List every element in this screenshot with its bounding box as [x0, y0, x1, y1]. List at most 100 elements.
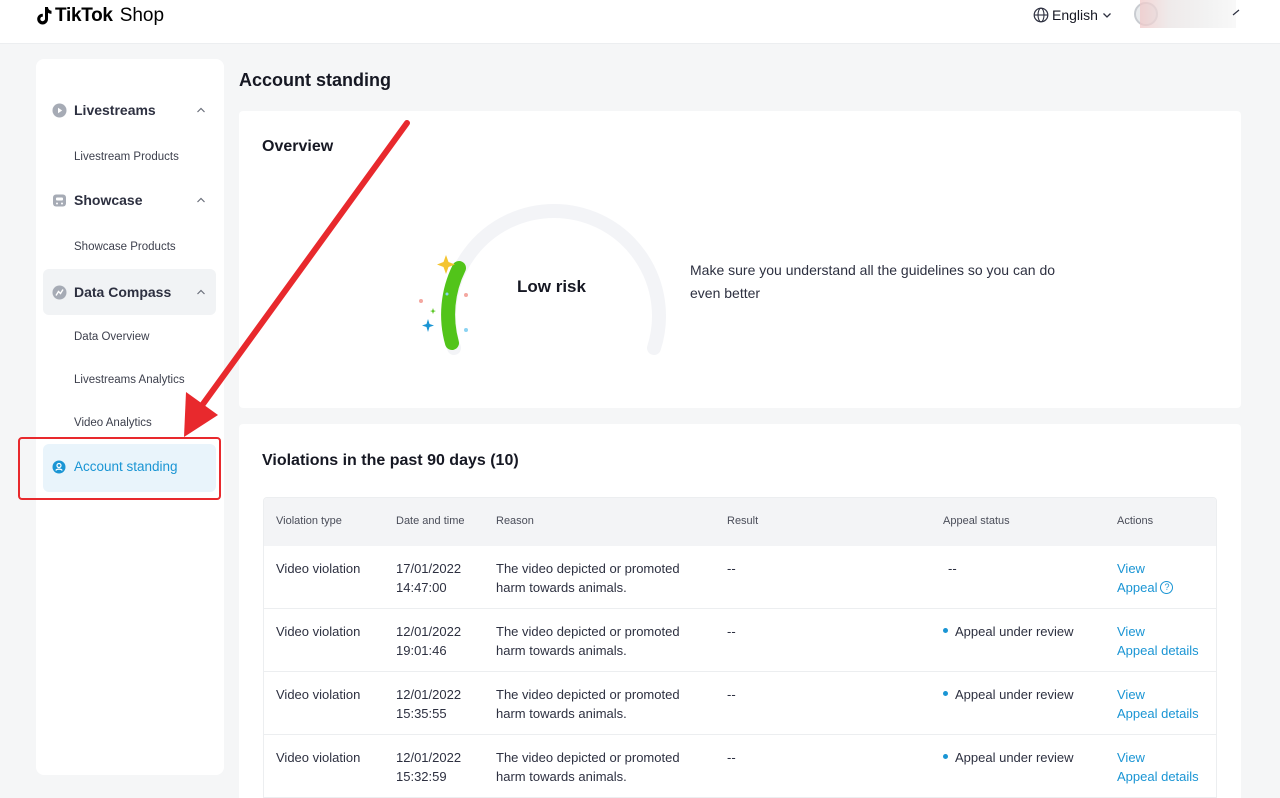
violation-result: -- [727, 687, 736, 702]
status-dot [943, 754, 948, 760]
account-name-blurred [1140, 0, 1236, 28]
column-header: Reason [496, 515, 534, 527]
column-header: Date and time [396, 515, 465, 527]
violation-type: Video violation [276, 687, 361, 702]
view-link[interactable]: View [1117, 748, 1199, 767]
appeal-status: Appeal under review [943, 622, 1074, 641]
confetti-dot [445, 292, 449, 296]
violation-reason: The video depicted or promoted harm towa… [496, 561, 680, 595]
sidebar: Livestreams Livestream Products Showcase… [36, 59, 224, 775]
sidebar-group-livestreams[interactable]: Livestreams [43, 87, 216, 133]
violation-datetime: 12/01/2022 19:01:46 [396, 622, 461, 660]
table-header: Violation type Date and time Reason Resu… [264, 498, 1216, 546]
chevron-up-icon [197, 197, 205, 203]
chevron-up-icon [197, 289, 205, 295]
appeal-status-text: Appeal under review [955, 624, 1074, 639]
brand-name: TikTok [55, 5, 113, 26]
overview-title: Overview [262, 138, 334, 155]
gauge-fill [441, 261, 466, 350]
row-actions: View Appeal details [1117, 685, 1199, 723]
language-selector[interactable]: English [1033, 6, 1113, 24]
chevron-down-icon [1102, 13, 1111, 18]
table-row: Video violation 12/01/2022 19:01:46 The … [264, 609, 1216, 672]
risk-level-label: Low risk [517, 277, 586, 296]
appeal-status: Appeal under review [943, 748, 1074, 767]
appeal-status: Appeal under review [943, 685, 1074, 704]
appeal-status-text: Appeal under review [955, 687, 1074, 702]
sidebar-item-data-overview[interactable]: Data Overview [74, 331, 149, 343]
appeal-details-link[interactable]: Appeal details [1117, 767, 1199, 786]
annotation-highlight-box [18, 437, 221, 500]
table-row: Video violation 12/01/2022 15:35:55 The … [264, 672, 1216, 735]
table-row: Video violation 17/01/2022 14:47:00 The … [264, 546, 1216, 609]
sidebar-item-livestreams-analytics[interactable]: Livestreams Analytics [74, 374, 185, 386]
violation-result: -- [727, 750, 736, 765]
violation-time: 15:35:55 [396, 706, 447, 721]
violation-time: 19:01:46 [396, 643, 447, 658]
violation-reason: The video depicted or promoted harm towa… [496, 687, 680, 721]
overview-card: Overview Low risk Make sure you understa… [239, 111, 1241, 408]
showcase-icon [53, 194, 66, 207]
sidebar-group-data-compass[interactable]: Data Compass [43, 269, 216, 315]
status-dot [943, 628, 948, 634]
appeal-status: -- [948, 561, 957, 576]
guidelines-message: Make sure you understand all the guideli… [690, 262, 1056, 301]
violations-table: Violation type Date and time Reason Resu… [263, 497, 1217, 798]
column-header: Result [727, 515, 759, 527]
violation-time: 14:47:00 [396, 580, 447, 595]
violation-type: Video violation [276, 624, 361, 639]
status-dot [943, 691, 948, 697]
violation-result: -- [727, 624, 736, 639]
violation-time: 15:32:59 [396, 769, 447, 784]
chevron-up-icon [197, 107, 205, 113]
language-label: English [1052, 7, 1098, 23]
view-link[interactable]: View [1117, 559, 1173, 578]
sparkle-icon [422, 319, 434, 332]
confetti-dot [464, 328, 468, 332]
violation-result: -- [727, 561, 736, 576]
appeal-details-link[interactable]: Appeal details [1117, 641, 1199, 660]
row-actions: View Appeal details [1117, 622, 1199, 660]
violation-datetime: 12/01/2022 15:35:55 [396, 685, 461, 723]
appeal-status-text: Appeal under review [955, 750, 1074, 765]
page-title: Account standing [239, 70, 391, 90]
confetti-dot [464, 293, 468, 297]
tiktok-shop-logo[interactable]: TikTok Shop [36, 4, 164, 28]
play-circle-icon [52, 103, 67, 118]
table-row: Video violation 12/01/2022 15:32:59 The … [264, 735, 1216, 798]
globe-icon [1033, 7, 1049, 23]
sidebar-item-livestream-products[interactable]: Livestream Products [74, 151, 179, 163]
column-header: Violation type [276, 515, 342, 527]
violation-date: 17/01/2022 [396, 561, 462, 576]
violation-date: 12/01/2022 [396, 687, 462, 702]
violation-type: Video violation [276, 561, 361, 576]
column-header: Appeal status [943, 515, 1010, 527]
violation-reason: The video depicted or promoted harm towa… [496, 750, 680, 784]
sidebar-item-showcase-products[interactable]: Showcase Products [74, 241, 176, 253]
violation-datetime: 12/01/2022 15:32:59 [396, 748, 461, 786]
help-icon[interactable]: ? [1160, 581, 1174, 595]
violation-date: 12/01/2022 [396, 750, 462, 765]
appeal-link[interactable]: Appeal [1117, 580, 1157, 595]
violation-reason: The video depicted or promoted harm towa… [496, 624, 680, 658]
sidebar-item-video-analytics[interactable]: Video Analytics [74, 417, 152, 429]
brand-suffix: Shop [119, 5, 165, 26]
sidebar-group-label: Livestreams [74, 102, 156, 118]
view-link[interactable]: View [1117, 622, 1199, 641]
confetti-dot [419, 299, 423, 303]
appeal-details-link[interactable]: Appeal details [1117, 704, 1199, 723]
violations-title: Violations in the past 90 days (10) [262, 452, 519, 469]
tiktok-logo-icon [37, 7, 52, 25]
sidebar-group-showcase[interactable]: Showcase [43, 177, 216, 223]
sidebar-group-label: Showcase [74, 192, 143, 208]
sidebar-group-label: Data Compass [74, 284, 172, 300]
compass-icon [52, 285, 67, 300]
violation-date: 12/01/2022 [396, 624, 462, 639]
violations-card: Violations in the past 90 days (10) Viol… [239, 424, 1241, 798]
row-actions: View Appeal details [1117, 748, 1199, 786]
violation-type: Video violation [276, 750, 361, 765]
view-link[interactable]: View [1117, 685, 1199, 704]
account-chevron-icon[interactable] [1232, 8, 1242, 18]
sparkle-icon [430, 308, 436, 314]
column-header: Actions [1117, 515, 1154, 527]
